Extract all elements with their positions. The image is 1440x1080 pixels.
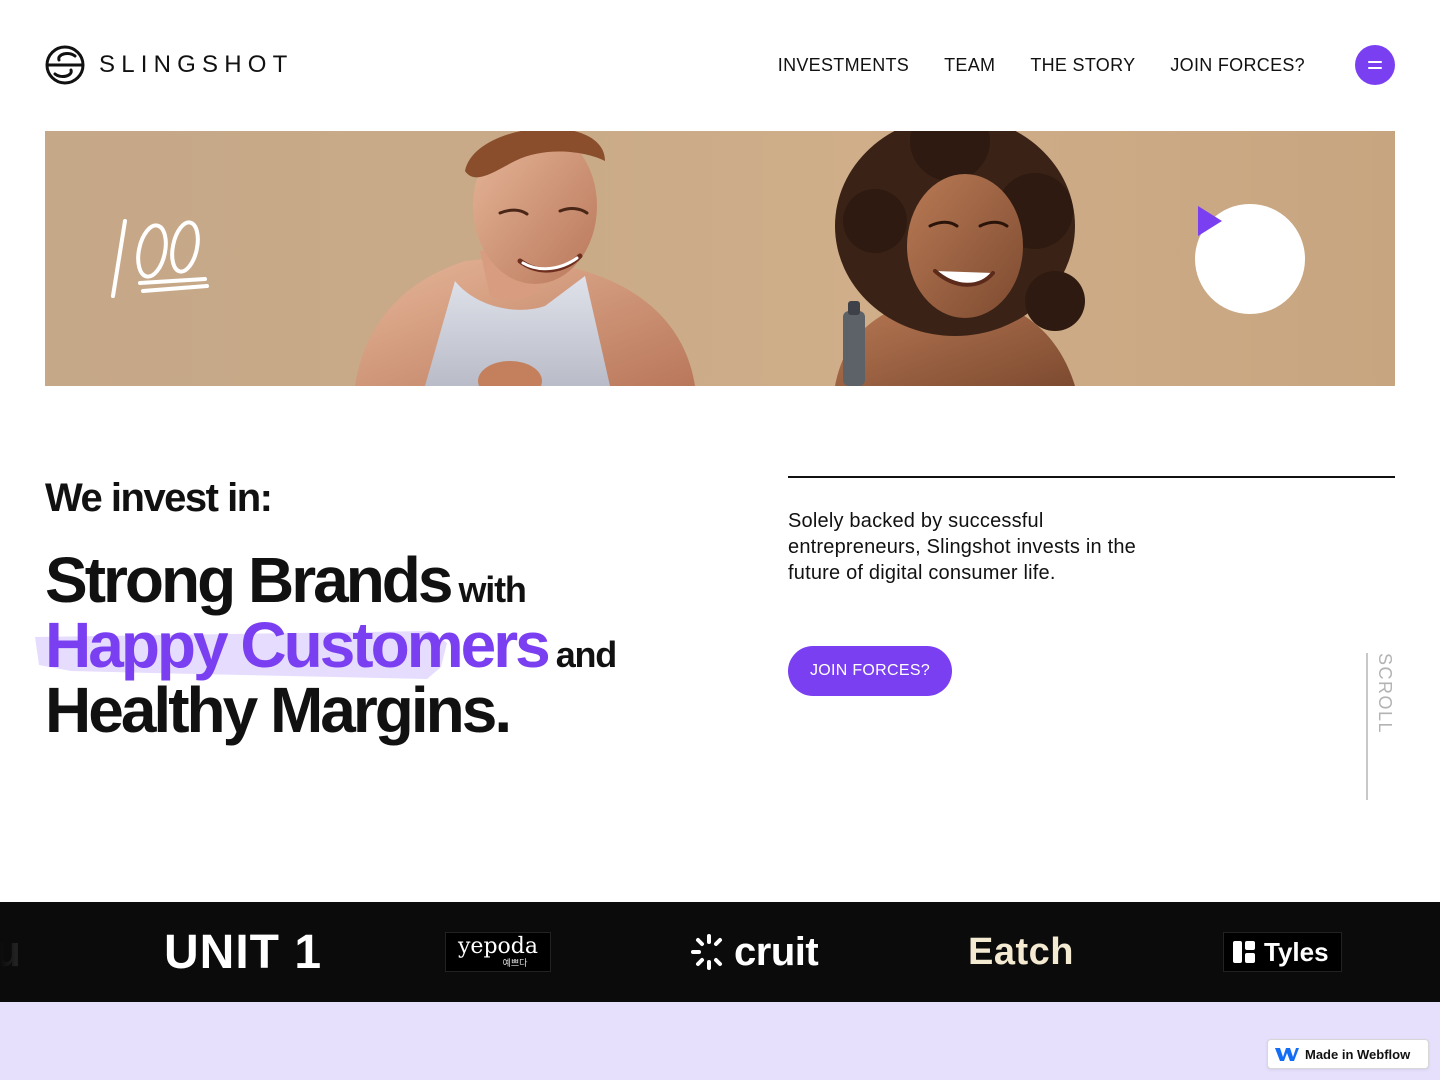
cruit-icon: [691, 934, 722, 970]
brand-logo-tyles[interactable]: Tyles: [1223, 902, 1342, 1002]
strip-fade-left: [0, 902, 90, 1002]
next-section-band: [0, 1002, 1440, 1080]
webflow-icon: [1275, 1047, 1299, 1061]
slingshot-logo-icon: [45, 45, 85, 85]
tyles-icon: [1233, 941, 1255, 963]
headline-with: with: [458, 569, 526, 610]
divider: [788, 476, 1395, 478]
webflow-badge[interactable]: Made in Webflow: [1267, 1039, 1429, 1069]
brand-yepoda-sub: 예쁘다: [502, 958, 528, 968]
brand-logo-eatch[interactable]: Eatch: [968, 902, 1074, 1002]
yepoda-box: yepoda 예쁘다: [445, 932, 551, 972]
portfolio-strip: u UNIT 1 yepoda 예쁘다 cruit Eatch Tyles: [0, 902, 1440, 1002]
tyles-box: Tyles: [1223, 932, 1342, 972]
play-icon: [1198, 206, 1222, 236]
brand-yepoda-text: yepoda: [458, 934, 538, 959]
menu-button[interactable]: [1355, 45, 1395, 85]
brand-cruit-text: cruit: [734, 929, 819, 974]
hero-image: [111, 131, 1085, 386]
nav-the-story[interactable]: THE STORY: [1030, 53, 1135, 77]
join-forces-button[interactable]: JOIN FORCES?: [788, 646, 952, 696]
strip-fade-right: [1350, 902, 1440, 1002]
headline: Strong Brands with Happy Customers and Hea…: [35, 548, 745, 746]
headline-happy-customers: Happy Customers: [45, 609, 551, 681]
play-button[interactable]: [1195, 204, 1305, 314]
logo-link[interactable]: SLINGSHOT: [45, 45, 294, 85]
brand-logo-unit1[interactable]: UNIT 1: [164, 902, 322, 1002]
nav-team[interactable]: TEAM: [944, 53, 995, 77]
hundred-emoji-icon: [111, 219, 209, 298]
intro-description: Solely backed by successful entrepreneur…: [788, 510, 1136, 584]
hero-video[interactable]: [45, 131, 1395, 386]
nav-investments[interactable]: INVESTMENTS: [778, 53, 909, 77]
headline-strong-brands: Strong Brands: [45, 544, 453, 616]
brand-logo-cruit[interactable]: cruit: [690, 902, 819, 1002]
site-header: SLINGSHOT INVESTMENTS TEAM THE STORY JOI…: [0, 0, 1440, 131]
hamburger-icon-line: [1368, 67, 1382, 69]
webflow-badge-label: Made in Webflow: [1305, 1046, 1411, 1062]
scroll-line: [1366, 653, 1368, 800]
scroll-indicator: SCROLL: [1375, 653, 1395, 735]
brand-tyles-text: Tyles: [1264, 936, 1329, 967]
hamburger-icon: [1368, 61, 1382, 63]
nav-join-forces[interactable]: JOIN FORCES?: [1170, 53, 1305, 77]
brand-name: SLINGSHOT: [99, 51, 294, 78]
invest-label: We invest in:: [45, 476, 273, 520]
main-nav: INVESTMENTS TEAM THE STORY JOIN FORCES?: [778, 53, 1305, 77]
brand-unit1-text: UNIT 1: [164, 925, 323, 979]
brand-eatch-text: Eatch: [968, 930, 1074, 973]
brand-logo-yepoda[interactable]: yepoda 예쁘다: [445, 902, 551, 1002]
headline-healthy-margins: Healthy Margins.: [45, 674, 512, 746]
headline-and: and: [555, 634, 618, 675]
